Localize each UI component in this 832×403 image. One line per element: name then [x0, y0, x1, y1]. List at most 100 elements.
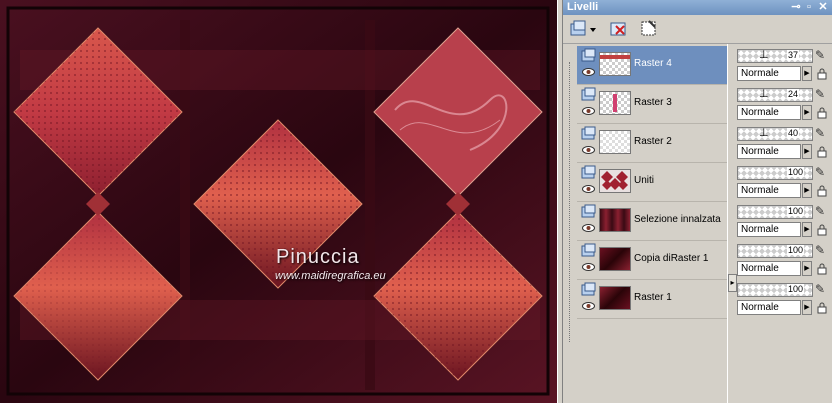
layer-thumbnail — [599, 169, 631, 193]
minimize-icon[interactable]: ▫ — [802, 1, 816, 14]
layer-tree-line — [569, 62, 571, 342]
layer-row-raster-4[interactable]: Raster 4 — [577, 46, 727, 85]
blend-mode-select[interactable]: Normale — [737, 66, 801, 81]
visibility-eye-icon[interactable] — [582, 107, 595, 115]
lock-icon[interactable] — [817, 107, 827, 119]
edit-pen-icon[interactable]: ✎ — [815, 243, 829, 259]
layer-type-icon — [581, 282, 596, 296]
edit-pen-icon[interactable]: ✎ — [815, 48, 829, 64]
blend-mode-select[interactable]: Normale — [737, 261, 801, 276]
layer-name: Raster 3 — [634, 97, 672, 108]
opacity-value: 24 — [787, 89, 800, 99]
mask-icon[interactable] — [639, 19, 659, 39]
opacity-slider-thumb[interactable]: ⊥ — [759, 128, 769, 139]
layer-type-icon — [581, 204, 596, 218]
edit-pen-icon[interactable]: ✎ — [815, 204, 829, 220]
blend-mode-select[interactable]: Normale — [737, 183, 801, 198]
edit-pen-icon[interactable]: ✎ — [815, 165, 829, 181]
blend-mode-arrow-icon[interactable]: ▶ — [802, 222, 812, 237]
blend-mode-select[interactable]: Normale — [737, 300, 801, 315]
visibility-eye-icon[interactable] — [582, 302, 595, 310]
image-canvas[interactable]: Pinuccia www.maidiregrafica.eu — [0, 0, 557, 403]
layer-thumbnail — [599, 286, 631, 310]
opacity-value: 100 — [787, 206, 805, 216]
close-icon[interactable]: ✕ — [816, 1, 830, 14]
opacity-value: 100 — [787, 284, 805, 294]
layer-row-raster-2[interactable]: Raster 2 — [577, 124, 727, 163]
opacity-value: 37 — [787, 50, 800, 60]
layer-type-icon — [581, 48, 596, 62]
opacity-value: 40 — [787, 128, 800, 138]
layers-palette: Livelli ⊸ ▫ ✕ Raster 4 Raster 3 Raster 2… — [563, 0, 832, 403]
palette-title: Livelli — [567, 1, 599, 13]
layer-thumbnail — [599, 52, 631, 76]
lock-icon[interactable] — [817, 68, 827, 80]
layers-toolbar — [563, 15, 832, 44]
visibility-eye-icon[interactable] — [582, 224, 595, 232]
layer-type-icon — [581, 126, 596, 140]
new-layer-icon[interactable] — [569, 19, 596, 39]
layer-type-icon — [581, 87, 596, 101]
layer-name: Raster 1 — [634, 292, 672, 303]
watermark-title: Pinuccia — [276, 246, 360, 268]
watermark-url: www.maidiregrafica.eu — [275, 270, 386, 282]
blend-mode-arrow-icon[interactable]: ▶ — [802, 261, 812, 276]
canvas-artwork — [0, 0, 557, 403]
layer-props-row: 100 ✎ Normale ▶ — [735, 280, 832, 318]
layer-row-copia-di-raster-1[interactable]: Copia diRaster 1 — [577, 241, 727, 280]
edit-pen-icon[interactable]: ✎ — [815, 282, 829, 298]
layer-type-icon — [581, 243, 596, 257]
blend-mode-arrow-icon[interactable]: ▶ — [802, 105, 812, 120]
layer-props-row: 100 ✎ Normale ▶ — [735, 202, 832, 240]
opacity-value: 100 — [787, 245, 805, 255]
layer-list: Raster 4 Raster 3 Raster 2 Uniti Selezio… — [563, 44, 733, 403]
layer-props-row: 100 ✎ Normale ▶ — [735, 163, 832, 201]
layer-name: Copia diRaster 1 — [634, 253, 709, 264]
lock-icon[interactable] — [817, 185, 827, 197]
pin-icon[interactable]: ⊸ — [789, 1, 803, 14]
layer-thumbnail — [599, 130, 631, 154]
opacity-value: 100 — [787, 167, 805, 177]
layer-row-uniti[interactable]: Uniti — [577, 163, 727, 202]
layer-name: Selezione innalzata — [634, 214, 721, 225]
visibility-eye-icon[interactable] — [582, 185, 595, 193]
blend-mode-arrow-icon[interactable]: ▶ — [802, 144, 812, 159]
layer-thumbnail — [599, 208, 631, 232]
opacity-slider-thumb[interactable]: ⊥ — [759, 50, 769, 61]
blend-mode-select[interactable]: Normale — [737, 144, 801, 159]
layer-type-icon — [581, 165, 596, 179]
blend-mode-select[interactable]: Normale — [737, 222, 801, 237]
layer-name: Raster 2 — [634, 136, 672, 147]
layer-row-raster-3[interactable]: Raster 3 — [577, 85, 727, 124]
layer-row-raster-1[interactable]: Raster 1 — [577, 280, 727, 319]
visibility-eye-icon[interactable] — [582, 68, 595, 76]
layer-properties: ⊥ 37 ✎ Normale ▶ ⊥ 24 ✎ Normale ▶ ⊥ 40 ✎… — [735, 44, 832, 403]
palette-titlebar[interactable]: Livelli ⊸ ▫ ✕ — [563, 0, 832, 15]
blend-mode-arrow-icon[interactable]: ▶ — [802, 183, 812, 198]
layer-props-row: ⊥ 24 ✎ Normale ▶ — [735, 85, 832, 123]
opacity-slider[interactable] — [737, 49, 813, 63]
opacity-slider[interactable] — [737, 127, 813, 141]
lock-icon[interactable] — [817, 146, 827, 158]
layer-row-selezione-innalzata[interactable]: Selezione innalzata — [577, 202, 727, 241]
layer-thumbnail — [599, 91, 631, 115]
layer-props-row: ⊥ 37 ✎ Normale ▶ — [735, 46, 832, 84]
layer-thumbnail — [599, 247, 631, 271]
layer-name: Uniti — [634, 175, 655, 186]
layer-props-row: 100 ✎ Normale ▶ — [735, 241, 832, 279]
lock-icon[interactable] — [817, 302, 827, 314]
visibility-eye-icon[interactable] — [582, 146, 595, 154]
lock-icon[interactable] — [817, 263, 827, 275]
blend-mode-select[interactable]: Normale — [737, 105, 801, 120]
blend-mode-arrow-icon[interactable]: ▶ — [802, 300, 812, 315]
layer-props-row: ⊥ 40 ✎ Normale ▶ — [735, 124, 832, 162]
lock-icon[interactable] — [817, 224, 827, 236]
delete-layer-icon[interactable] — [609, 19, 629, 39]
opacity-slider-thumb[interactable]: ⊥ — [759, 89, 769, 100]
blend-mode-arrow-icon[interactable]: ▶ — [802, 66, 812, 81]
visibility-eye-icon[interactable] — [582, 263, 595, 271]
edit-pen-icon[interactable]: ✎ — [815, 87, 829, 103]
layer-name: Raster 4 — [634, 58, 672, 69]
edit-pen-icon[interactable]: ✎ — [815, 126, 829, 142]
opacity-slider[interactable] — [737, 88, 813, 102]
